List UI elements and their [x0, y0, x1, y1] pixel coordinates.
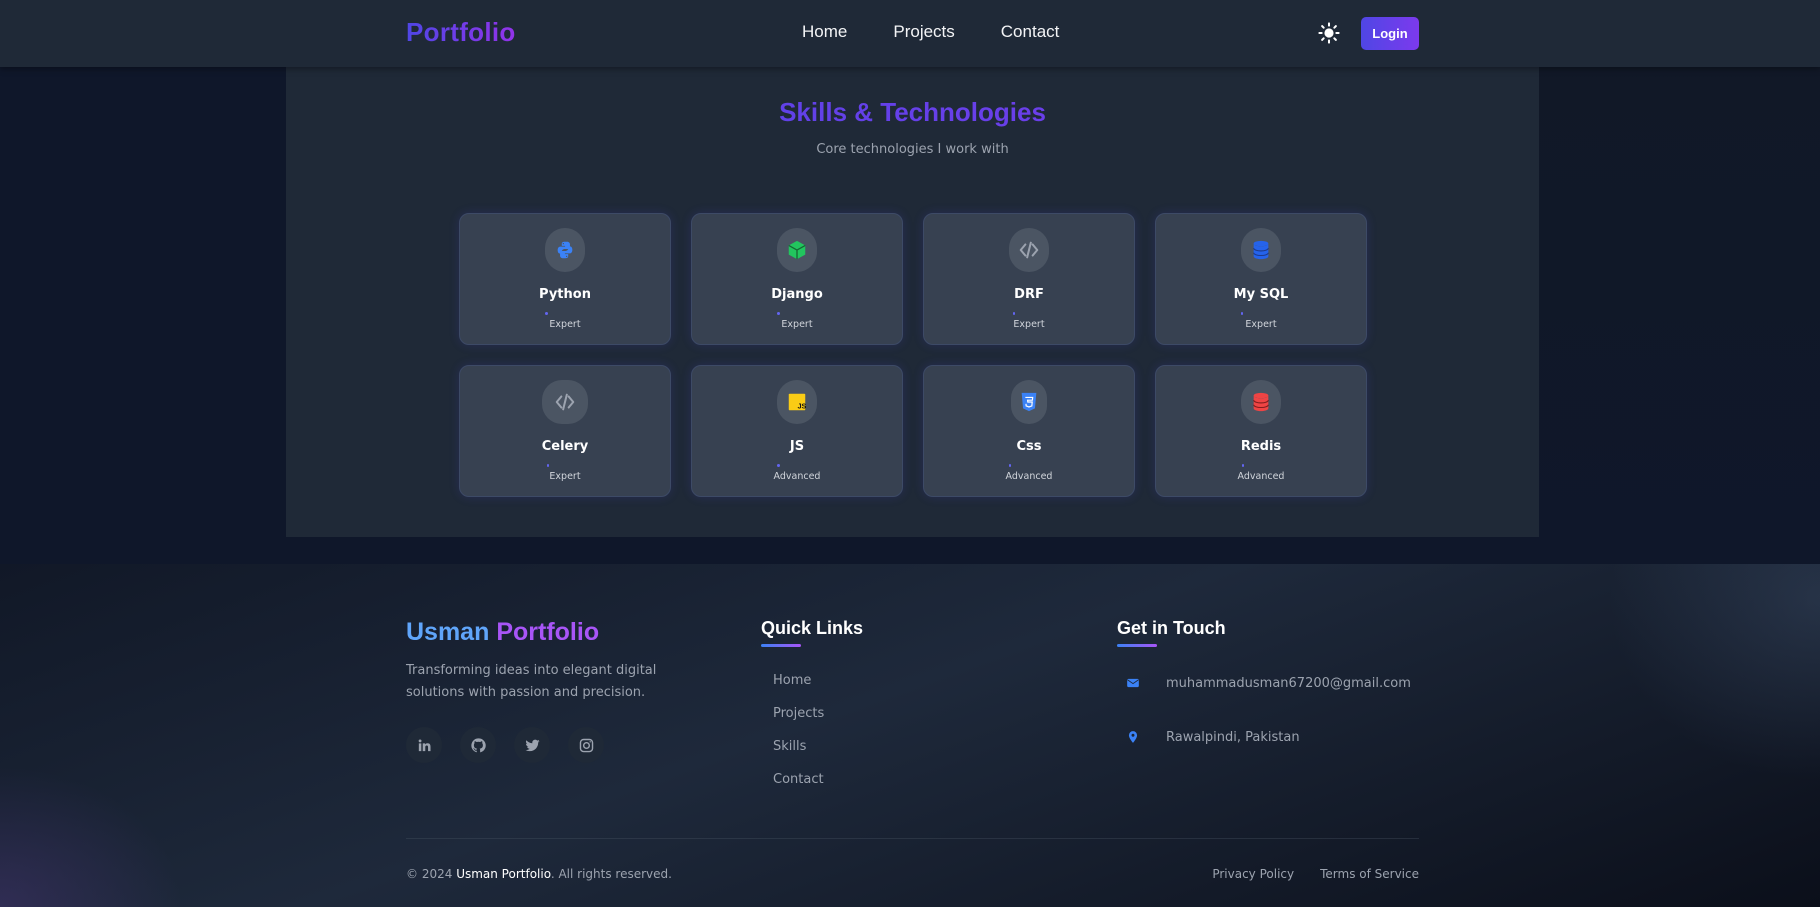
footer-description: Transforming ideas into elegant digital … — [406, 663, 657, 700]
linkedin-icon[interactable] — [406, 727, 442, 763]
github-icon[interactable] — [460, 727, 496, 763]
contact-location: Rawalpindi, Pakistan — [1166, 729, 1300, 745]
footer-link-contact[interactable]: Contact — [773, 772, 824, 787]
skill-card-celery: Celery Expert — [459, 365, 671, 497]
skill-level-bar — [1009, 312, 1051, 315]
skill-card-drf: DRF Expert — [923, 213, 1135, 345]
envelope-icon — [1120, 670, 1146, 696]
section-gap — [0, 537, 1820, 564]
skill-level-bar — [545, 312, 587, 315]
login-button[interactable]: Login — [1361, 17, 1419, 50]
skill-name: Redis — [1240, 439, 1282, 454]
skill-card-css: Css Advanced — [923, 365, 1135, 497]
skill-level: Expert — [1245, 319, 1277, 330]
skill-name: My SQL — [1233, 287, 1289, 302]
footer: Usman Portfolio Transforming ideas into … — [0, 564, 1820, 907]
copyright-prefix: © 2024 — [406, 867, 453, 881]
skill-level: Expert — [781, 319, 813, 330]
skill-level: Advanced — [1237, 471, 1285, 482]
skills-subtitle: Core technologies I work with — [816, 142, 1009, 157]
contact-underline — [1117, 644, 1157, 647]
page-background-left — [0, 67, 286, 564]
cube-icon — [777, 228, 817, 272]
nav-contact-link[interactable]: Contact — [1001, 22, 1060, 42]
nav-projects-link[interactable]: Projects — [893, 22, 954, 42]
privacy-policy-link[interactable]: Privacy Policy — [1212, 867, 1294, 881]
skill-card-django: Django Expert — [691, 213, 903, 345]
svg-text:JS: JS — [797, 401, 806, 410]
skill-card-redis: Redis Advanced — [1155, 365, 1367, 497]
navbar: Portfolio Home Projects Contact Login — [0, 0, 1820, 67]
skills-title: Skills & Technologies — [286, 97, 1539, 128]
quick-links-list: Home Projects Skills Contact — [773, 669, 824, 801]
skill-level: Expert — [549, 319, 581, 330]
skill-name: Django — [771, 287, 823, 302]
quick-links-underline — [761, 644, 801, 647]
footer-link-home[interactable]: Home — [773, 673, 811, 688]
nav-links: Home Projects Contact — [802, 22, 1059, 42]
footer-divider — [406, 838, 1419, 839]
skill-level-bar — [1241, 312, 1283, 315]
terms-of-service-link[interactable]: Terms of Service — [1320, 867, 1419, 881]
contact-email[interactable]: muhammadusman67200@gmail.com — [1166, 676, 1411, 691]
skill-level-bar — [545, 464, 587, 467]
list-item: Contact — [773, 768, 824, 801]
map-pin-icon — [1120, 724, 1146, 750]
copyright-suffix: . All rights reserved. — [550, 867, 672, 881]
skill-level: Expert — [549, 471, 581, 482]
skill-card-python: Python Expert — [459, 213, 671, 345]
skill-name: Css — [1016, 439, 1042, 454]
skill-level-bar — [777, 312, 819, 315]
brand-logo[interactable]: Portfolio — [406, 17, 516, 48]
contact-location-row: Rawalpindi, Pakistan — [1120, 724, 1300, 750]
skill-name: Celery — [541, 439, 589, 454]
skills-section: Skills & Technologies Core technologies … — [286, 67, 1539, 537]
database-icon — [1241, 228, 1281, 272]
list-item: Skills — [773, 735, 824, 768]
js-icon: JS — [777, 380, 817, 424]
skill-level: Advanced — [773, 471, 821, 482]
footer-link-projects[interactable]: Projects — [773, 706, 824, 721]
skill-level: Expert — [1013, 319, 1045, 330]
page-background-right — [1539, 67, 1820, 564]
css3-icon — [1011, 380, 1047, 424]
nav-home-link[interactable]: Home — [802, 22, 847, 42]
database-icon — [1241, 380, 1281, 424]
footer-brand-first: Usman — [406, 618, 490, 646]
skill-name: JS — [789, 439, 805, 454]
code-icon — [542, 380, 588, 424]
skill-level-bar — [777, 464, 819, 467]
list-item: Home — [773, 669, 824, 702]
skill-card-mysql: My SQL Expert — [1155, 213, 1367, 345]
footer-brand-second: Portfolio — [496, 618, 600, 646]
twitter-icon[interactable] — [514, 727, 550, 763]
legal-links: Privacy Policy Terms of Service — [1212, 867, 1419, 881]
python-icon — [545, 228, 585, 272]
skill-level-bar — [1241, 464, 1283, 467]
list-item: Projects — [773, 702, 824, 735]
social-links — [406, 727, 604, 763]
skill-level-bar — [1009, 464, 1051, 467]
skill-name: Python — [539, 287, 591, 302]
instagram-icon[interactable] — [568, 727, 604, 763]
copyright-name: Usman Portfolio — [456, 867, 551, 881]
skill-card-js: JS JS Advanced — [691, 365, 903, 497]
code-icon — [1009, 228, 1049, 272]
footer-brand: Usman Portfolio — [406, 618, 599, 647]
sun-icon[interactable] — [1318, 22, 1340, 44]
contact-title: Get in Touch — [1117, 618, 1226, 638]
footer-link-skills[interactable]: Skills — [773, 739, 806, 754]
quick-links-title: Quick Links — [761, 618, 864, 638]
skills-grid: Python Expert Django Expert DRF Expert M… — [459, 213, 1367, 497]
skill-level: Advanced — [1005, 471, 1053, 482]
copyright: © 2024 Usman Portfolio. All rights reser… — [406, 867, 672, 881]
skill-name: DRF — [1014, 287, 1044, 302]
contact-email-row: muhammadusman67200@gmail.com — [1120, 670, 1411, 696]
